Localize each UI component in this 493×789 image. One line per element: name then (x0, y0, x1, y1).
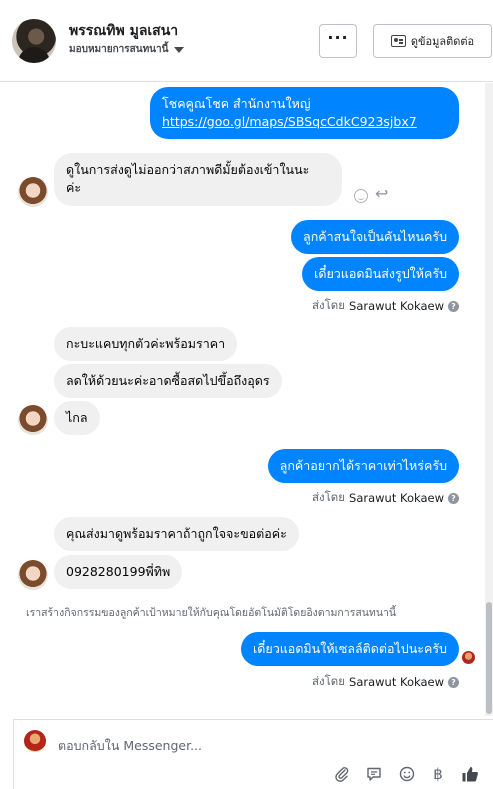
message-text: โชคคูณโชค สำนักงานใหญ่ (162, 96, 311, 111)
incoming-message: ไกล (54, 401, 100, 435)
incoming-message: ดูในการส่งดูไม่ออกว่าสภาพดีมั้ยต้องเข้าใ… (54, 153, 342, 206)
paperclip-icon[interactable] (332, 764, 352, 784)
incoming-message: คุณส่งมาดูพร้อมราคาถ้าถูกใจจะขอต่อค่ะ (54, 517, 299, 551)
reply-input[interactable]: ตอบกลับใน Messenger... (58, 736, 202, 756)
help-icon[interactable]: ? (448, 676, 459, 688)
page-avatar (24, 730, 46, 752)
system-notice: เราสร้างกิจกรรมของลูกค้าเป้าหมายให้กับคุ… (26, 607, 397, 619)
incoming-message: ลดให้ด้วยนะค่ะอาดซื้อสดไปขึ้อถึงอุดร (54, 364, 282, 398)
baht-icon[interactable]: ฿ (428, 764, 448, 784)
reply-arrow-icon[interactable]: ↩ (375, 186, 388, 202)
outgoing-message: เดี๋ยวแอดมินส่งรูปให้ครับ (302, 257, 459, 291)
agent-name: Sarawut Kokaew (349, 491, 444, 505)
caret-down-icon (174, 46, 185, 53)
sent-by-label: ส่งโดย Sarawut Kokaew ? (312, 297, 459, 315)
contact-name[interactable]: พรรณทิพ มูลเสนา (69, 20, 178, 42)
outgoing-message: เดี๋ยวแอดมินให้เซลล์ติดต่อไปนะครับ (241, 632, 459, 666)
contact-avatar-small (18, 560, 48, 590)
assign-conversation-dropdown[interactable]: มอบหมายการสนทนานี้ (69, 42, 185, 57)
contact-avatar[interactable] (12, 19, 56, 63)
seen-avatar (462, 651, 475, 664)
view-contact-button[interactable]: ดูข้อมูลติดต่อ (373, 24, 492, 58)
help-icon[interactable]: ? (448, 492, 459, 504)
thumbs-up-icon[interactable] (460, 764, 480, 784)
incoming-message: 0928280199พี่ทิพ (54, 555, 183, 589)
react-smiley-icon[interactable] (354, 189, 368, 203)
message-text: ดูในการส่งดูไม่ออกว่าสภาพดีมั้ยต้องเข้าใ… (66, 162, 310, 177)
outgoing-message: ลูกค้าอยากได้ราคาเท่าไหร่ครับ (267, 449, 459, 483)
ellipsis-icon: ··· (327, 28, 349, 47)
conversation-header: พรรณทิพ มูลเสนา มอบหมายการสนทนานี้ ··· ด… (0, 0, 493, 82)
help-icon[interactable]: ? (448, 300, 459, 312)
agent-name: Sarawut Kokaew (349, 675, 444, 689)
speech-bubble-icon[interactable] (364, 764, 384, 784)
assign-label: มอบหมายการสนทนานี้ (69, 44, 169, 55)
contact-card-icon (390, 35, 406, 47)
sent-by-label: ส่งโดย Sarawut Kokaew ? (312, 489, 459, 507)
sent-by-label: ส่งโดย Sarawut Kokaew ? (312, 673, 459, 691)
contact-avatar-small (18, 405, 48, 435)
map-link[interactable]: https://goo.gl/maps/SBSqcCdkC923sjbx7 (162, 113, 447, 131)
smiley-icon[interactable] (397, 764, 417, 784)
view-contact-label: ดูข้อมูลติดต่อ (410, 35, 475, 48)
contact-avatar-small (18, 177, 48, 207)
message-text: ค่ะ (66, 180, 82, 195)
agent-name: Sarawut Kokaew (349, 299, 444, 313)
incoming-message: กะบะแคบทุกตัวค่ะพร้อมราคา (54, 327, 238, 361)
scrollbar-thumb[interactable] (486, 602, 492, 714)
outgoing-message: ลูกค้าสนใจเป็นคันไหนครับ (291, 220, 459, 254)
reply-composer: ตอบกลับใน Messenger... ฿ (13, 719, 493, 789)
more-options-button[interactable]: ··· (319, 24, 357, 58)
message-thread[interactable]: โชคคูณโชค สำนักงานใหญ่ https://goo.gl/ma… (0, 83, 493, 716)
outgoing-message: โชคคูณโชค สำนักงานใหญ่ https://goo.gl/ma… (150, 87, 459, 139)
